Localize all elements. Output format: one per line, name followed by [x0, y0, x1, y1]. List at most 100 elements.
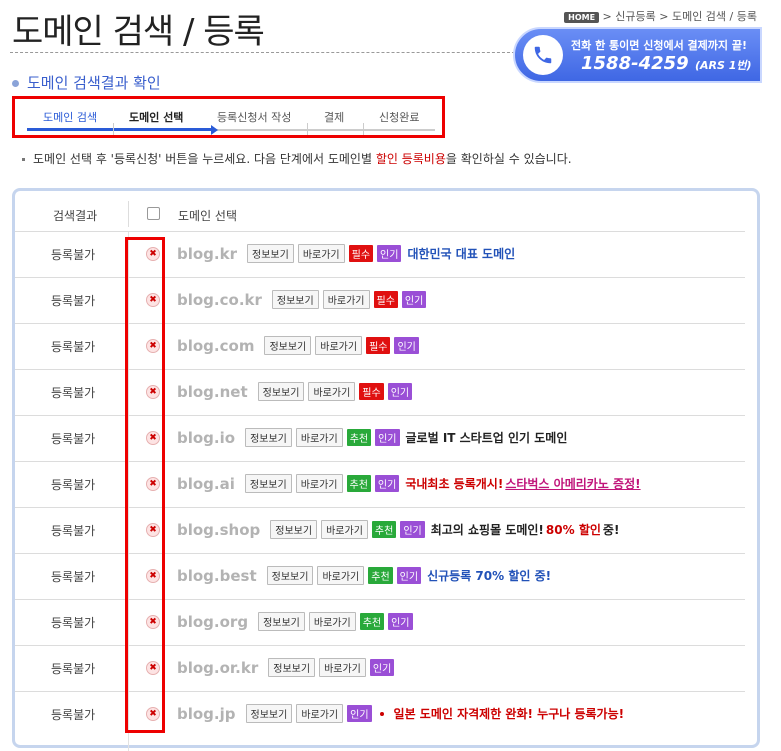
header-select: 도메인 선택	[178, 209, 238, 223]
title-divider	[10, 52, 515, 53]
badge-must: 필수	[366, 337, 391, 354]
step-indicator: 도메인 검색 도메인 선택 등록신청서 작성 결제 신청완료	[12, 96, 445, 138]
info-button[interactable]: 정보보기	[257, 382, 305, 401]
bullet-icon	[22, 158, 25, 161]
badge-recommend: 추천	[346, 429, 372, 446]
info-button[interactable]: 정보보기	[247, 244, 294, 263]
info-button[interactable]: 정보보기	[266, 566, 314, 585]
domain-description: 80% 할인	[545, 523, 601, 537]
step-tick	[307, 123, 308, 135]
domain-name: blog.or.kr	[177, 658, 259, 677]
badge-popular: 인기	[387, 383, 413, 400]
step-select: 도메인 선택	[129, 111, 184, 124]
goto-button[interactable]: 바로가기	[308, 612, 356, 631]
status-label: 등록불가	[51, 524, 96, 538]
domain-description: 일본 도메인 자격제한 완화! 누구나 등록가능!	[393, 707, 625, 721]
status-label: 등록불가	[51, 708, 96, 722]
breadcrumb: HOME > 신규등록 > 도메인 검색 / 등록	[564, 8, 757, 24]
step-tick	[113, 123, 114, 135]
info-button[interactable]: 정보보기	[244, 474, 292, 493]
domain-name: blog.io	[177, 428, 236, 447]
domain-name: blog.net	[177, 382, 248, 401]
goto-button[interactable]: 바로가기	[319, 658, 366, 677]
badge-popular: 인기	[401, 291, 427, 308]
badge-popular: 인기	[400, 521, 425, 538]
header-divider	[128, 201, 129, 227]
notice-text: 도메인 선택 후 '등록신청' 버튼을 누르세요. 다음 단계에서 도메인별 할…	[22, 150, 572, 167]
section-title: 도메인 검색결과 확인	[12, 72, 161, 93]
step-tick	[363, 123, 364, 135]
status-label: 등록불가	[51, 386, 96, 400]
goto-button[interactable]: 바로가기	[297, 244, 345, 263]
home-link[interactable]: HOME	[564, 11, 600, 23]
info-button[interactable]: 정보보기	[271, 290, 319, 309]
status-label: 등록불가	[51, 432, 96, 446]
goto-button[interactable]: 바로가기	[295, 428, 343, 447]
domain-description: 글로벌 IT 스타트업 인기 도메인	[405, 431, 568, 445]
badge-popular: 인기	[374, 475, 400, 492]
select-all-checkbox[interactable]	[147, 207, 160, 220]
goto-button[interactable]: 바로가기	[296, 704, 344, 723]
phone-banner-text: 전화 한 통이면 신청에서 결제까지 끝!	[571, 39, 747, 52]
badge-must: 필수	[373, 291, 398, 308]
step-arrow-icon	[211, 125, 218, 135]
phone-banner: 전화 한 통이면 신청에서 결제까지 끝! 1588-4259 (ARS 1번)	[513, 27, 762, 83]
badge-popular: 인기	[394, 337, 419, 354]
domain-description[interactable]: 스타벅스 아메리카노 증정!	[505, 475, 640, 492]
domain-name: blog.jp	[177, 704, 236, 723]
domain-name: blog.kr	[177, 244, 237, 263]
domain-name: blog.best	[177, 566, 257, 585]
badge-recommend: 추천	[368, 567, 393, 584]
phone-icon	[523, 35, 563, 75]
info-button[interactable]: 정보보기	[258, 612, 305, 631]
breadcrumb-path: > 신규등록 > 도메인 검색 / 등록	[602, 10, 757, 23]
badge-must: 필수	[348, 245, 374, 262]
step-application: 등록신청서 작성	[217, 111, 292, 124]
info-button[interactable]: 정보보기	[270, 520, 318, 539]
info-button[interactable]: 정보보기	[245, 428, 292, 447]
badge-popular: 인기	[396, 567, 422, 584]
domain-name: blog.com	[177, 336, 255, 355]
goto-button[interactable]: 바로가기	[321, 520, 368, 539]
domain-description: 대한민국 대표 도메인	[407, 247, 516, 261]
status-label: 등록불가	[51, 616, 96, 630]
status-label: 등록불가	[51, 248, 96, 262]
page-title: 도메인 검색 / 등록	[12, 12, 265, 52]
bullet-icon	[379, 711, 384, 716]
goto-button[interactable]: 바로가기	[308, 382, 356, 401]
info-button[interactable]: 정보보기	[245, 704, 293, 723]
badge-popular: 인기	[377, 245, 402, 262]
bullet-icon	[12, 80, 19, 87]
step-payment: 결제	[324, 111, 345, 124]
domain-name: blog.org	[177, 612, 249, 631]
status-label: 등록불가	[51, 478, 96, 492]
domain-name: blog.co.kr	[177, 290, 262, 309]
badge-recommend: 추천	[359, 613, 385, 630]
status-label: 등록불가	[51, 662, 96, 676]
badge-popular: 인기	[347, 705, 372, 722]
domain-name: blog.shop	[177, 520, 261, 539]
badge-popular: 인기	[369, 659, 395, 676]
goto-button[interactable]: 바로가기	[295, 474, 343, 493]
domain-description: 중!	[602, 523, 620, 537]
header-result: 검색결과	[53, 209, 98, 223]
status-label: 등록불가	[51, 570, 96, 584]
highlight-box	[125, 237, 165, 733]
status-label: 등록불가	[51, 340, 96, 354]
info-button[interactable]: 정보보기	[268, 658, 316, 677]
badge-recommend: 추천	[346, 475, 371, 492]
phone-number: 1588-4259 (ARS 1번)	[581, 53, 752, 74]
info-button[interactable]: 정보보기	[264, 336, 312, 355]
status-label: 등록불가	[51, 294, 96, 308]
step-progress	[27, 128, 213, 131]
goto-button[interactable]: 바로가기	[322, 290, 370, 309]
goto-button[interactable]: 바로가기	[315, 336, 363, 355]
badge-must: 필수	[359, 383, 384, 400]
step-complete: 신청완료	[379, 111, 420, 124]
goto-button[interactable]: 바로가기	[317, 566, 365, 585]
domain-name: blog.ai	[177, 474, 235, 493]
badge-popular: 인기	[375, 429, 400, 446]
step-search: 도메인 검색	[43, 111, 98, 124]
domain-description: 최고의 쇼핑몰 도메인!	[430, 523, 544, 537]
domain-description: 국내최초 등록개시!	[405, 477, 504, 491]
